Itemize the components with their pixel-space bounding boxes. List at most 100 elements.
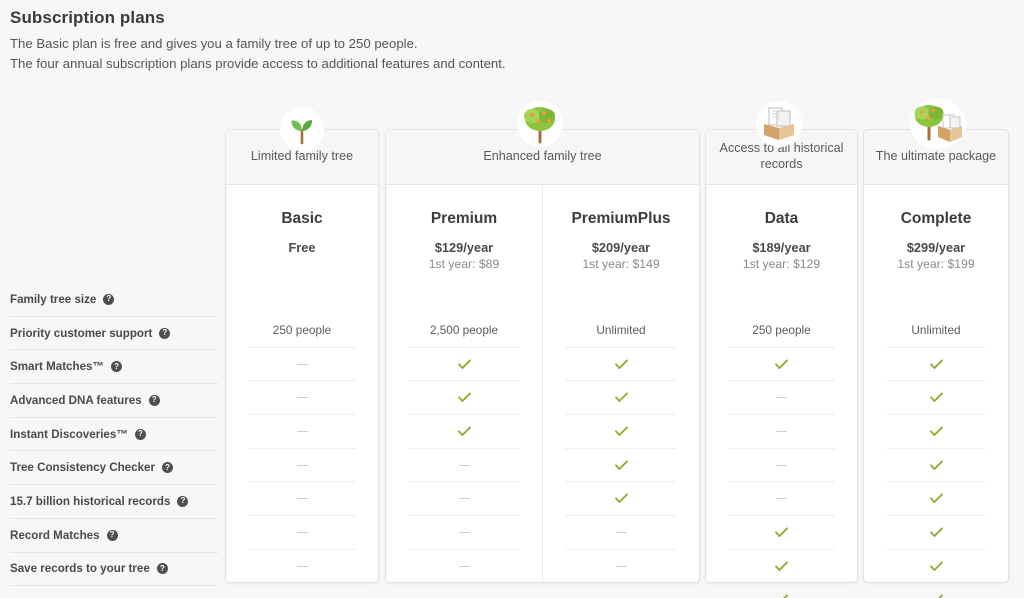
plan-card-enhanced-family-tree[interactable]: Enhanced family tree Premium $129/year 1… <box>385 129 700 584</box>
value-cell: 250 people <box>248 313 356 347</box>
card-header-label: Limited family tree <box>250 149 354 164</box>
check-icon <box>929 392 943 403</box>
card-body: Complete $299/year 1st year: $199 Unlimi… <box>864 185 1008 598</box>
feature-row: Record Matches ? <box>10 519 218 553</box>
plan-first-year-price: 1st year: $129 <box>742 257 821 271</box>
value-rows: Unlimited <box>864 313 1008 598</box>
plan-card-basic[interactable]: Limited family tree Basic Free 250 peopl… <box>225 129 379 584</box>
card-body: Data $189/year 1st year: $129 250 people <box>706 185 857 598</box>
value-cell <box>565 414 677 448</box>
help-icon[interactable]: ? <box>159 327 171 339</box>
feature-label: Record Matches <box>10 528 100 542</box>
dash-icon <box>776 498 787 500</box>
intro-line-2: The four annual subscription plans provi… <box>10 56 506 71</box>
card-header-label: The ultimate package <box>875 149 997 164</box>
value-cell <box>728 380 835 414</box>
dash-icon <box>776 464 787 466</box>
help-icon[interactable]: ? <box>156 563 168 575</box>
plan-price: $129/year <box>434 240 494 255</box>
feature-list: Family tree size ? Priority customer sup… <box>10 283 218 587</box>
value-cell <box>728 481 835 515</box>
value-cell <box>248 447 356 482</box>
plan-card-complete[interactable]: The ultimate package Complete $299/year … <box>863 129 1009 598</box>
records-box-icon <box>756 101 802 147</box>
check-icon <box>929 493 943 504</box>
check-icon <box>457 358 471 369</box>
help-icon[interactable]: ? <box>162 462 173 474</box>
help-icon[interactable]: ? <box>177 495 189 507</box>
help-icon[interactable]: ? <box>103 293 115 305</box>
dash-icon <box>296 430 308 432</box>
dash-icon <box>296 464 308 466</box>
value-cell <box>248 414 356 448</box>
check-icon <box>614 493 628 504</box>
value-cell <box>408 515 520 549</box>
value-cell <box>565 447 677 482</box>
value-text: 2,500 people <box>429 322 499 337</box>
value-cell <box>408 582 520 598</box>
plan-first-year-price: 1st year: $199 <box>897 257 975 271</box>
feature-label: Advanced DNA features <box>10 393 142 407</box>
help-icon[interactable]: ? <box>111 361 123 373</box>
plan-price: $299/year <box>906 240 966 255</box>
check-icon <box>614 460 628 470</box>
feature-row: 15.7 billion historical records ? <box>10 485 218 519</box>
value-cell <box>408 414 520 448</box>
value-cell <box>248 515 356 549</box>
dash-icon <box>458 531 470 533</box>
value-cell <box>886 481 986 515</box>
card-body: Basic Free 250 people <box>226 185 378 584</box>
check-icon <box>929 426 943 436</box>
help-icon[interactable]: ? <box>148 394 160 406</box>
value-cell <box>886 346 986 381</box>
plan-first-year-price: 1st year: $89 <box>428 257 500 271</box>
value-text: Unlimited <box>596 322 646 337</box>
value-cell <box>408 481 520 515</box>
dash-icon <box>296 498 308 500</box>
help-icon[interactable]: ? <box>106 529 118 541</box>
value-cell <box>728 447 835 482</box>
dash-icon <box>458 498 470 500</box>
seedling-icon <box>280 107 324 151</box>
value-cell <box>886 414 986 448</box>
value-text: 250 people <box>272 322 332 337</box>
feature-row: Smart Matches™ ? <box>10 350 218 385</box>
card-body: Premium $129/year 1st year: $89 2,500 pe… <box>386 185 699 584</box>
value-cell <box>248 380 356 414</box>
feature-row: Tree Consistency Checker ? <box>10 451 218 486</box>
value-rows: 250 people <box>226 313 378 598</box>
dash-icon <box>296 531 308 533</box>
card-header-label: Enhanced family tree <box>483 149 602 164</box>
plan-price: $209/year <box>591 240 651 255</box>
plan-column-basic: Basic Free 250 people <box>226 185 378 584</box>
value-cell <box>886 380 986 414</box>
feature-row: Instant Discoveries™ ? <box>10 418 218 452</box>
dash-icon <box>458 565 470 567</box>
dash-icon <box>615 565 627 567</box>
value-cell <box>565 548 677 583</box>
check-icon <box>775 358 788 369</box>
tree-and-records-box-icon <box>910 99 966 149</box>
page-title: Subscription plans <box>10 8 165 27</box>
plan-column-complete: Complete $299/year 1st year: $199 Unlimi… <box>864 185 1008 598</box>
value-cell: 250 people <box>728 313 835 347</box>
feature-label: Tree Consistency Checker <box>10 461 155 475</box>
value-cell <box>886 548 986 583</box>
value-cell <box>886 447 986 482</box>
dash-icon <box>776 397 787 399</box>
plan-name: Basic <box>281 210 323 227</box>
value-rows: 250 people <box>706 313 857 598</box>
feature-row: Save records to your tree ? <box>10 553 218 587</box>
feature-label: Save records to your tree <box>10 562 150 576</box>
plan-card-data[interactable]: Access to all historical records Data $1… <box>705 129 858 598</box>
feature-label: Smart Matches™ <box>10 360 105 374</box>
dash-icon <box>296 565 308 567</box>
dash-icon <box>458 464 470 466</box>
plan-cards: Limited family tree Basic Free 250 peopl… <box>225 129 1009 598</box>
value-cell <box>886 515 986 549</box>
value-rows: Unlimited <box>543 313 699 598</box>
value-cell: 2,500 people <box>408 313 520 347</box>
plan-column-data: Data $189/year 1st year: $129 250 people <box>706 185 857 598</box>
plan-price: Free <box>288 240 316 255</box>
help-icon[interactable]: ? <box>134 428 146 440</box>
